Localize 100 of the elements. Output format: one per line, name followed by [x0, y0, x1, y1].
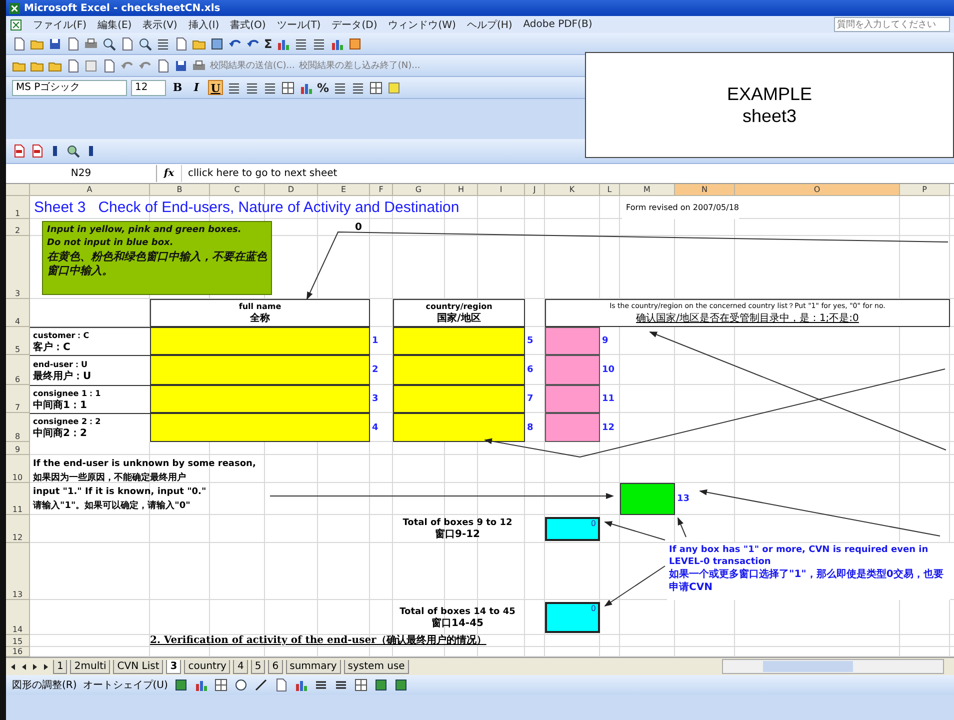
- formula-field[interactable]: cllick here to go to next sheet: [181, 165, 954, 182]
- column-header[interactable]: C: [210, 184, 265, 196]
- input-box[interactable]: [545, 413, 600, 442]
- align-lines-icon[interactable]: [333, 80, 348, 94]
- row-header[interactable]: 11: [6, 483, 30, 515]
- menu-item[interactable]: 挿入(I): [188, 18, 220, 32]
- input-box[interactable]: [150, 413, 370, 442]
- menu-item[interactable]: データ(D): [332, 18, 378, 32]
- document-icon[interactable]: [174, 36, 188, 50]
- sheet-tab[interactable]: 5: [250, 660, 266, 674]
- sheet-tab[interactable]: CVN List: [113, 660, 164, 674]
- column-header[interactable]: E: [318, 184, 370, 196]
- menu-item[interactable]: ヘルプ(H): [466, 18, 512, 32]
- printer-icon[interactable]: [84, 36, 98, 50]
- font-name-dropdown[interactable]: MS Pゴシック: [12, 80, 127, 96]
- menu-item[interactable]: ツール(T): [276, 18, 321, 32]
- sheet-tab[interactable]: summary: [286, 660, 341, 674]
- column-header[interactable]: I: [478, 184, 525, 196]
- input-box[interactable]: [545, 385, 600, 413]
- menu-item[interactable]: ウィンドウ(W): [388, 18, 456, 32]
- row-header[interactable]: 6: [6, 355, 30, 385]
- row-header[interactable]: 5: [6, 327, 30, 355]
- row-header[interactable]: 15: [6, 635, 30, 647]
- bar-chart-icon[interactable]: [294, 678, 308, 692]
- document-icon[interactable]: [274, 678, 288, 692]
- align-lines-icon[interactable]: [263, 80, 277, 94]
- column-header[interactable]: G: [393, 184, 445, 196]
- column-header[interactable]: P: [900, 184, 950, 196]
- input-box[interactable]: [150, 385, 370, 413]
- drawing-toolbar-menu[interactable]: オートシェイプ(U): [82, 678, 168, 692]
- square-icon[interactable]: [174, 678, 188, 692]
- input-box[interactable]: [545, 327, 600, 355]
- document-icon[interactable]: [66, 36, 80, 50]
- row-header[interactable]: 16: [6, 647, 30, 657]
- sheet-tab[interactable]: 4: [233, 660, 248, 674]
- square-icon[interactable]: [374, 678, 388, 692]
- review-toolbar-button[interactable]: 校閲結果の差し込み終了(N)...: [298, 59, 420, 72]
- document-icon[interactable]: [120, 36, 134, 50]
- row-header[interactable]: 9: [6, 442, 30, 455]
- sheet-tab[interactable]: 6: [268, 660, 283, 674]
- table-icon[interactable]: [354, 678, 368, 692]
- column-header[interactable]: L: [600, 184, 620, 196]
- text-style-button[interactable]: U: [208, 80, 223, 95]
- align-lines-icon[interactable]: [156, 36, 170, 50]
- menu-item[interactable]: 編集(E): [98, 18, 132, 32]
- input-box[interactable]: [393, 327, 525, 355]
- row-header[interactable]: 13: [6, 543, 30, 600]
- drawing-toolbar-menu[interactable]: 図形の調整(R): [12, 678, 77, 692]
- document-icon[interactable]: [12, 36, 26, 50]
- column-header[interactable]: J: [525, 184, 545, 196]
- font-size-dropdown[interactable]: 12: [131, 80, 166, 96]
- row-header[interactable]: 10: [6, 455, 30, 483]
- column-header[interactable]: A: [30, 184, 150, 196]
- document-icon[interactable]: [156, 58, 170, 72]
- column-header[interactable]: F: [370, 184, 393, 196]
- column-header[interactable]: N: [675, 184, 735, 196]
- row-header[interactable]: 1: [6, 196, 30, 219]
- document-icon[interactable]: [66, 58, 80, 72]
- column-header[interactable]: B: [150, 184, 210, 196]
- sheet-tab[interactable]: 3: [166, 660, 182, 674]
- document-icon[interactable]: [102, 58, 116, 72]
- row-header[interactable]: 3: [6, 236, 30, 299]
- horizontal-scrollbar[interactable]: [722, 659, 944, 674]
- align-lines-icon[interactable]: [227, 80, 241, 94]
- align-lines-icon[interactable]: [312, 36, 326, 50]
- printer-icon[interactable]: [192, 58, 206, 72]
- input-box[interactable]: [150, 327, 370, 355]
- input-box[interactable]: [393, 355, 525, 385]
- text-style-button[interactable]: I: [189, 80, 204, 95]
- menu-item[interactable]: 書式(O): [230, 18, 266, 32]
- row-header[interactable]: 12: [6, 515, 30, 543]
- table-icon[interactable]: [214, 678, 228, 692]
- insert-function-button[interactable]: fx: [157, 168, 181, 179]
- column-header[interactable]: D: [265, 184, 318, 196]
- input-box[interactable]: [393, 413, 525, 442]
- help-search-field[interactable]: 質問を入力してください: [834, 17, 950, 32]
- row-header[interactable]: 7: [6, 385, 30, 413]
- autosum-button[interactable]: Σ: [264, 36, 272, 50]
- menu-item[interactable]: 表示(V): [142, 18, 178, 32]
- table-icon[interactable]: [369, 80, 384, 94]
- table-icon[interactable]: [281, 80, 295, 94]
- align-lines-icon[interactable]: [245, 80, 259, 94]
- row-header[interactable]: 8: [6, 413, 30, 442]
- pdf-document-icon[interactable]: [30, 144, 44, 158]
- sheet-tab[interactable]: country: [184, 660, 230, 674]
- workbook-icon[interactable]: [10, 18, 22, 30]
- review-toolbar-button[interactable]: 校閲結果の送信(C)...: [210, 59, 295, 72]
- align-lines-icon[interactable]: [294, 36, 308, 50]
- column-header[interactable]: H: [445, 184, 478, 196]
- pdf-document-icon[interactable]: [12, 144, 26, 158]
- text-style-button[interactable]: B: [170, 80, 185, 95]
- sheet-tab[interactable]: 1: [53, 660, 68, 674]
- row-header[interactable]: 4: [6, 299, 30, 327]
- input-box[interactable]: [150, 355, 370, 385]
- sheet-tab[interactable]: system use: [344, 660, 409, 674]
- input-box[interactable]: [545, 355, 600, 385]
- column-header[interactable]: O: [735, 184, 900, 196]
- square-icon[interactable]: [394, 678, 408, 692]
- bar-chart-icon[interactable]: [194, 678, 208, 692]
- square-icon[interactable]: [210, 36, 224, 50]
